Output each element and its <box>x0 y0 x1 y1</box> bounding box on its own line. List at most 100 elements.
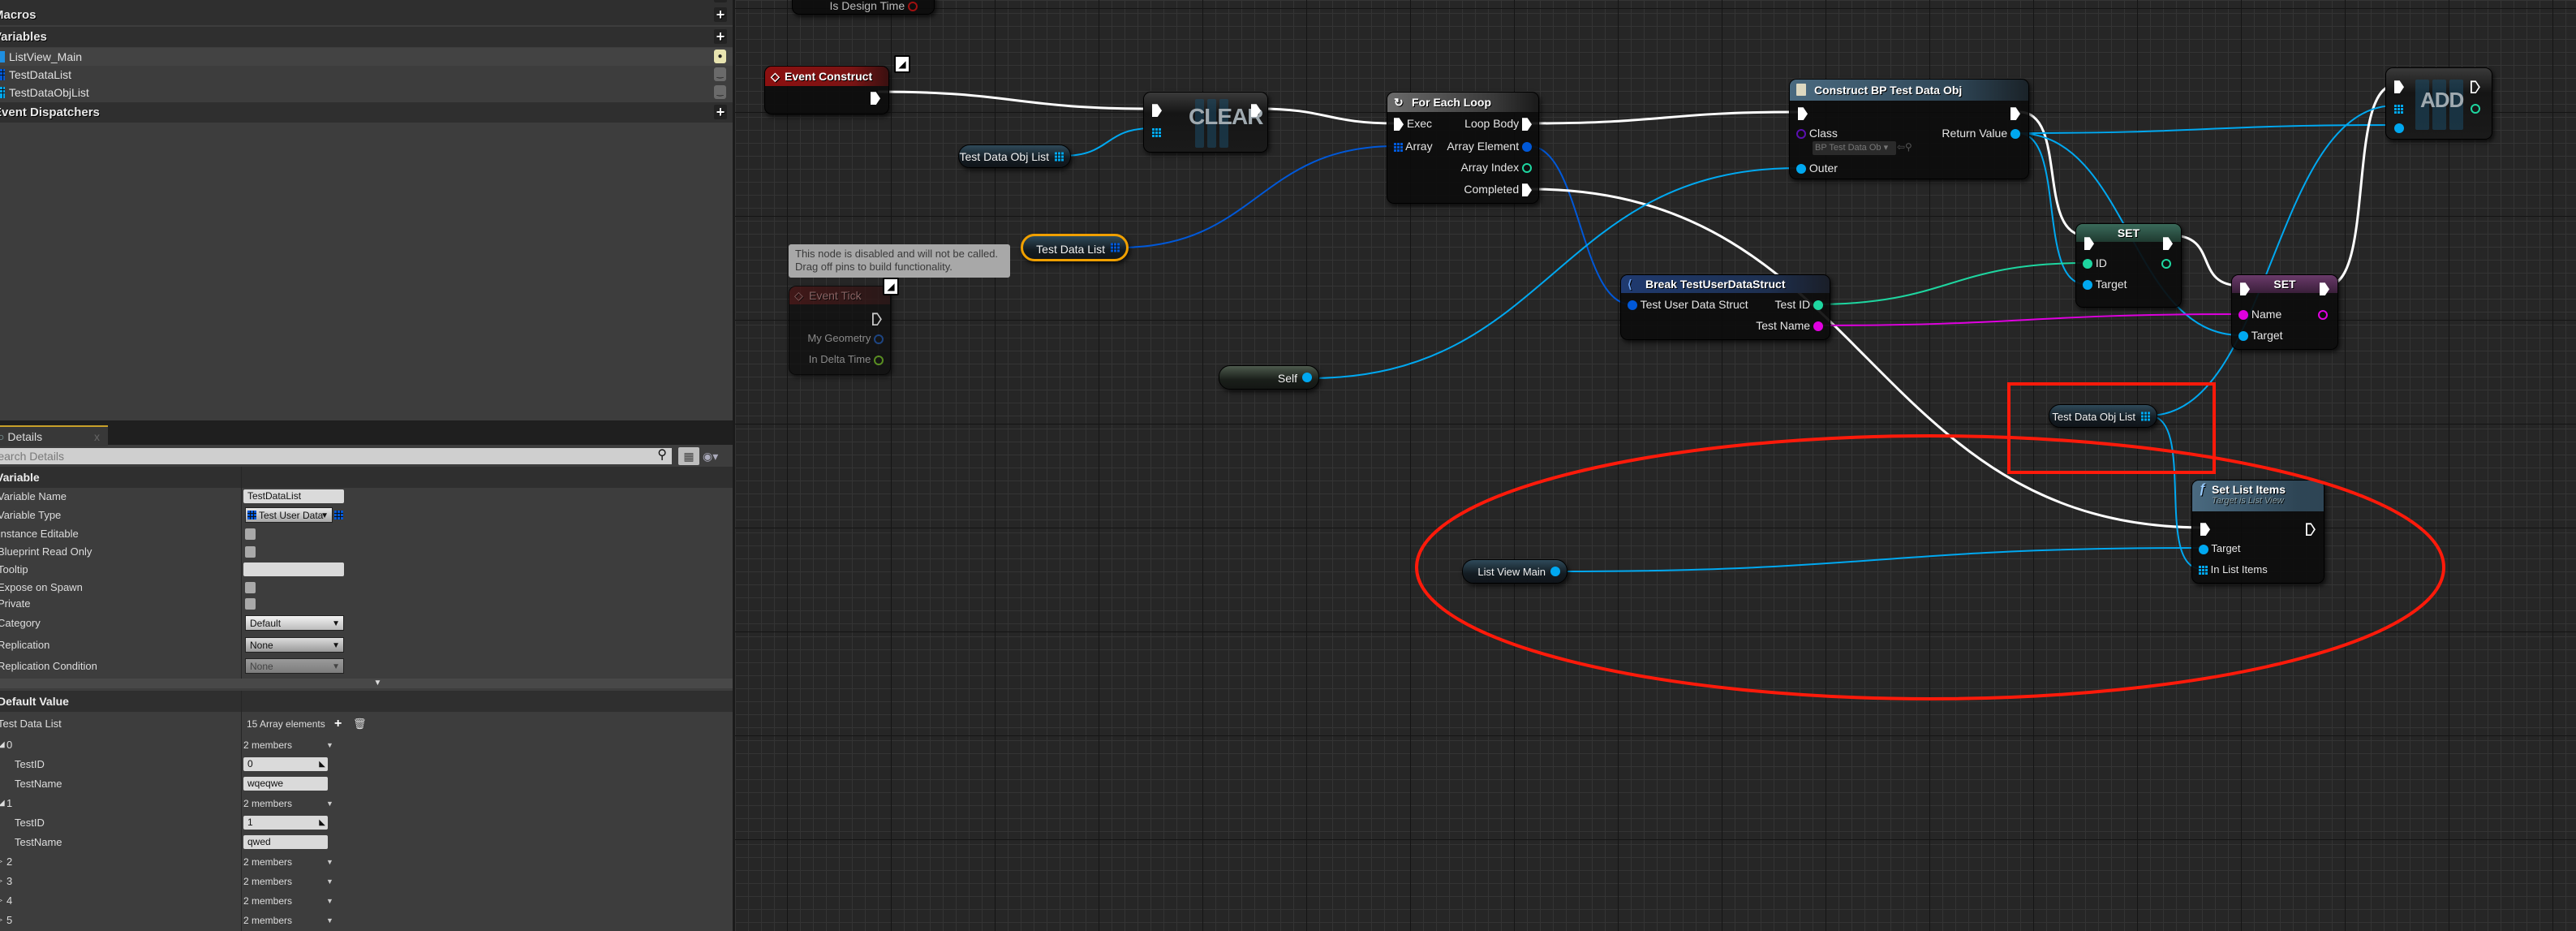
exec-out-pin[interactable] <box>2010 106 2020 121</box>
target-array-pin[interactable] <box>1152 125 1161 138</box>
exec-in-pin[interactable]: Exec <box>1394 117 1432 131</box>
private-checkbox[interactable] <box>245 598 256 610</box>
variable-getter-list-view-main[interactable]: List View Main <box>1462 559 1568 584</box>
tooltip-input[interactable] <box>243 562 344 576</box>
construct-object-node[interactable]: Construct BP Test Data Obj Class BP Test… <box>1789 79 2029 179</box>
object-pin-icon[interactable] <box>1302 373 1312 382</box>
class-pin[interactable]: Class <box>1796 127 1838 140</box>
section-variables[interactable]: Variables + <box>0 27 733 47</box>
section-default-value[interactable]: Default Value <box>0 691 733 712</box>
array-pin-icon[interactable] <box>1055 152 1064 161</box>
variable-type-dropdown[interactable]: Test User Data ▼ <box>245 507 333 523</box>
struct-in-pin[interactable]: Test User Data Struct <box>1628 298 1748 311</box>
exec-in-pin[interactable] <box>2240 282 2250 296</box>
for-each-loop-node[interactable]: ↻ For Each Loop Exec Array Loop Body Arra… <box>1387 92 1539 204</box>
chevron-down-icon[interactable]: ▼ <box>326 795 333 812</box>
section-macros[interactable]: Macros + <box>0 5 733 25</box>
replication-dropdown[interactable]: None ▼ <box>245 637 344 653</box>
chevron-down-icon[interactable]: ▼ <box>326 912 333 929</box>
exec-out-pin[interactable] <box>2306 522 2316 536</box>
exec-in-pin[interactable] <box>1152 103 1162 118</box>
variable-getter-test-data-obj-list[interactable]: Test Data Obj List <box>958 144 1071 168</box>
id-pin[interactable]: ID <box>2083 256 2107 269</box>
array-in-pin[interactable]: Array <box>1394 140 1433 153</box>
section-variable[interactable]: Variable <box>0 467 733 488</box>
clear-array-node[interactable]: CLEAR <box>1143 92 1268 153</box>
event-construct-node[interactable]: ◇ Event Construct <box>764 66 889 114</box>
array-element-row[interactable]: ▹ 4 2 members ▼ <box>0 892 733 910</box>
add-event-dispatcher-button[interactable]: + <box>714 105 727 119</box>
graph-editor-canvas[interactable] <box>735 0 2576 931</box>
object-pin-icon[interactable] <box>1550 567 1560 576</box>
trash-icon[interactable]: 🗑 <box>353 715 367 733</box>
eye-open-icon[interactable]: ● <box>714 50 726 63</box>
name-out-pin[interactable] <box>2318 308 2328 321</box>
partial-node[interactable]: Is Design Time <box>792 0 935 15</box>
array-element-row[interactable]: ◢ 1 2 members ▼ <box>0 795 733 812</box>
chevron-down-icon[interactable]: ▼ <box>326 873 333 890</box>
add-array-node[interactable]: ADD <box>2385 67 2492 140</box>
close-tab-button[interactable]: x <box>94 427 100 446</box>
array-element-row[interactable]: ▹ 3 2 members ▼ <box>0 873 733 890</box>
test-name-input[interactable]: qwed <box>243 835 328 849</box>
exec-out-pin[interactable] <box>2471 80 2480 93</box>
event-tick-node[interactable]: ◇ Event Tick My Geometry In Delta Time <box>789 286 891 375</box>
variable-item[interactable]: ListView_Main ● <box>0 48 733 66</box>
variable-getter-test-data-obj-list-2[interactable]: Test Data Obj List <box>2049 404 2157 428</box>
array-element-row[interactable]: ▹ 2 2 members ▼ <box>0 853 733 871</box>
section-event-dispatchers[interactable]: Event Dispatchers + <box>0 102 733 123</box>
collapsed-arrow-icon[interactable]: ▹ <box>0 873 2 890</box>
read-only-checkbox[interactable] <box>245 546 256 558</box>
eye-closed-icon[interactable]: ‿ <box>714 67 726 81</box>
variable-item[interactable]: TestDataObjList ‿ <box>0 84 733 101</box>
exec-out-pin[interactable] <box>1251 103 1261 118</box>
name-pin[interactable]: Name <box>2238 308 2281 321</box>
new-item-pin[interactable] <box>2394 121 2404 134</box>
exec-out-pin[interactable] <box>872 312 882 325</box>
property-matrix-button[interactable]: ▦ <box>678 447 699 465</box>
index-out-pin[interactable] <box>2471 101 2480 114</box>
tab-details[interactable]: ○ Details x <box>0 425 108 446</box>
container-type-array-icon[interactable] <box>334 511 343 519</box>
variable-getter-test-data-list[interactable]: Test Data List <box>1021 234 1129 261</box>
view-options-eye-icon[interactable]: ◉▾ <box>703 447 730 465</box>
target-pin[interactable]: Target <box>2238 329 2283 342</box>
is-design-time-pin[interactable]: Is Design Time <box>830 0 918 12</box>
test-id-pin[interactable]: Test ID <box>1775 298 1823 311</box>
self-node[interactable]: Self <box>1219 365 1319 390</box>
expanded-arrow-icon[interactable]: ◢ <box>0 736 5 754</box>
array-element-row[interactable]: ◢ 0 2 members ▼ <box>0 736 733 754</box>
variable-name-input[interactable]: TestDataList <box>243 489 344 503</box>
target-pin[interactable]: Target <box>2199 542 2241 554</box>
id-out-pin[interactable] <box>2161 256 2171 269</box>
array-index-pin[interactable]: Array Index <box>1461 161 1532 174</box>
in-list-items-pin[interactable]: In List Items <box>2199 563 2268 575</box>
test-id-spinbox[interactable]: 1 ◣ <box>243 816 328 830</box>
add-macro-button[interactable]: + <box>714 7 727 22</box>
target-pin[interactable]: Target <box>2083 278 2127 291</box>
add-function-button[interactable]: + <box>714 0 727 2</box>
chevron-down-icon[interactable]: ▼ <box>326 736 333 754</box>
outer-pin[interactable]: Outer <box>1796 162 1838 175</box>
return-value-pin[interactable]: Return Value <box>1942 127 2020 140</box>
test-id-spinbox[interactable]: 0 ◣ <box>243 757 328 771</box>
exec-in-pin[interactable] <box>2394 80 2404 94</box>
add-variable-button[interactable]: + <box>714 29 727 44</box>
eye-closed-icon[interactable]: ‿ <box>714 85 726 99</box>
use-selected-browse-icons[interactable]: ⇦⚲ <box>1897 141 1912 153</box>
collapsed-arrow-icon[interactable]: ▹ <box>0 853 2 871</box>
target-array-pin[interactable] <box>2394 101 2403 114</box>
chevron-down-icon[interactable]: ▼ <box>326 892 333 910</box>
exec-out-pin[interactable] <box>2163 236 2173 251</box>
add-element-button[interactable]: + <box>334 715 342 733</box>
set-name-node[interactable]: SET Name Target <box>2231 274 2338 350</box>
set-list-items-node[interactable]: ƒ Set List Items Target is List View Targe… <box>2191 480 2324 584</box>
test-name-input[interactable]: wqeqwe <box>243 777 328 791</box>
array-pin-icon[interactable] <box>1111 243 1120 252</box>
collapsed-arrow-icon[interactable]: ▹ <box>0 912 2 929</box>
array-element-row[interactable]: ▹ 5 2 members ▼ <box>0 912 733 929</box>
exec-out-pin[interactable] <box>871 91 880 106</box>
collapsed-arrow-icon[interactable]: ▹ <box>0 892 2 910</box>
array-element-pin[interactable]: Array Element <box>1447 140 1532 153</box>
exec-out-pin[interactable] <box>2320 282 2329 296</box>
